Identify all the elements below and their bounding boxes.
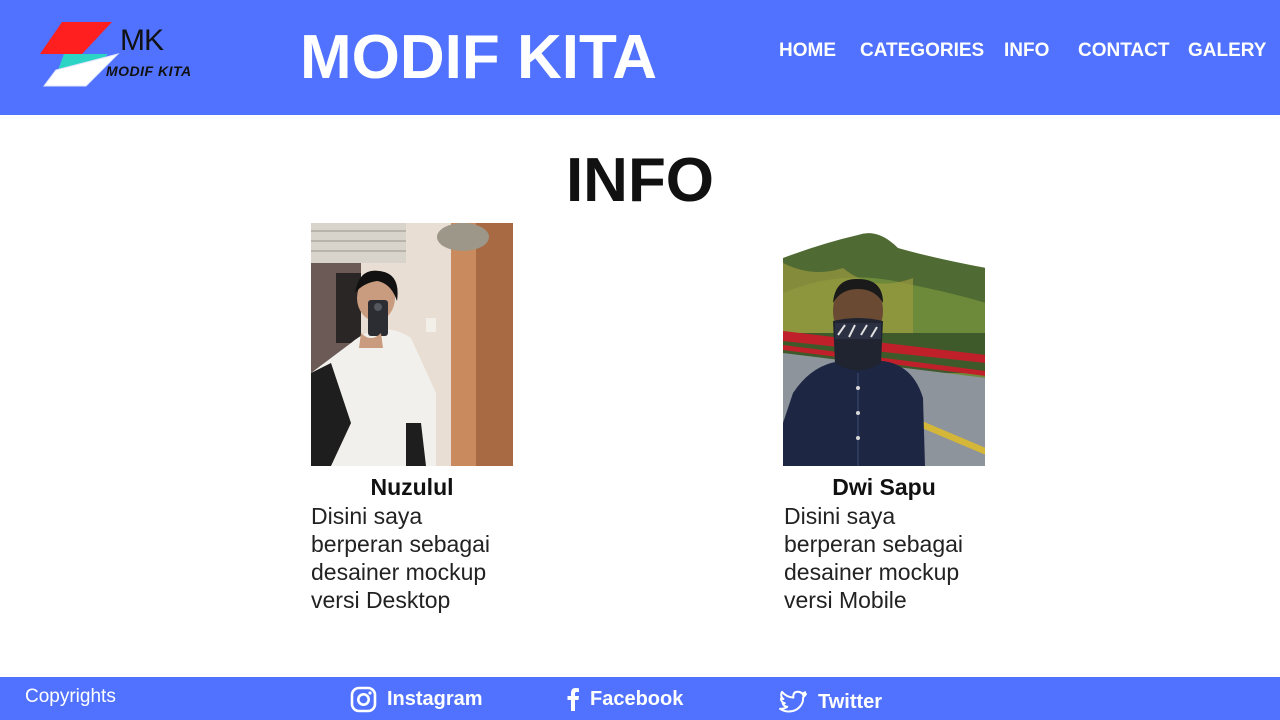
instagram-icon bbox=[350, 686, 377, 712]
site-footer: Copyrights Instagram Facebook Twitter bbox=[0, 677, 1280, 720]
person-name-nuzulul: Nuzulul bbox=[370, 474, 454, 500]
logo-mark-text: MK bbox=[120, 24, 164, 57]
facebook-icon bbox=[567, 688, 579, 711]
facebook-label: Facebook bbox=[590, 687, 684, 710]
twitter-icon bbox=[779, 690, 807, 712]
nav-contact[interactable]: CONTACT bbox=[1078, 40, 1169, 62]
site-logo[interactable]: MK MODIF KITA bbox=[40, 20, 191, 90]
person-description-nuzulul: Disini saya berperan sebagai desainer mo… bbox=[311, 503, 491, 613]
person-photo-nuzulul bbox=[311, 223, 513, 466]
page-title: INFO bbox=[565, 146, 715, 215]
nav-info[interactable]: INFO bbox=[1004, 40, 1049, 62]
nav-categories[interactable]: CATEGORIES bbox=[860, 40, 984, 62]
site-title: MODIF KITA bbox=[300, 23, 658, 92]
logo-mark-icon bbox=[40, 22, 120, 87]
nav-galery[interactable]: GALERY bbox=[1188, 40, 1266, 62]
person-description-dwi-sapu: Disini saya berperan sebagai desainer mo… bbox=[784, 503, 964, 613]
site-header: MK MODIF KITA MODIF KITA HOME CATEGORIES… bbox=[0, 0, 1280, 115]
facebook-link[interactable]: Facebook bbox=[566, 683, 683, 715]
nav-home[interactable]: HOME bbox=[779, 40, 836, 62]
twitter-link[interactable]: Twitter bbox=[778, 686, 882, 718]
copyright-text: Copyrights bbox=[25, 686, 116, 707]
person-name-dwi-sapu: Dwi Sapu bbox=[832, 474, 936, 500]
logo-text: MODIF KITA bbox=[106, 63, 192, 79]
twitter-label: Twitter bbox=[818, 690, 883, 713]
person-photo-dwi-sapu bbox=[783, 223, 985, 466]
instagram-link[interactable]: Instagram bbox=[350, 683, 483, 715]
instagram-label: Instagram bbox=[387, 687, 483, 710]
